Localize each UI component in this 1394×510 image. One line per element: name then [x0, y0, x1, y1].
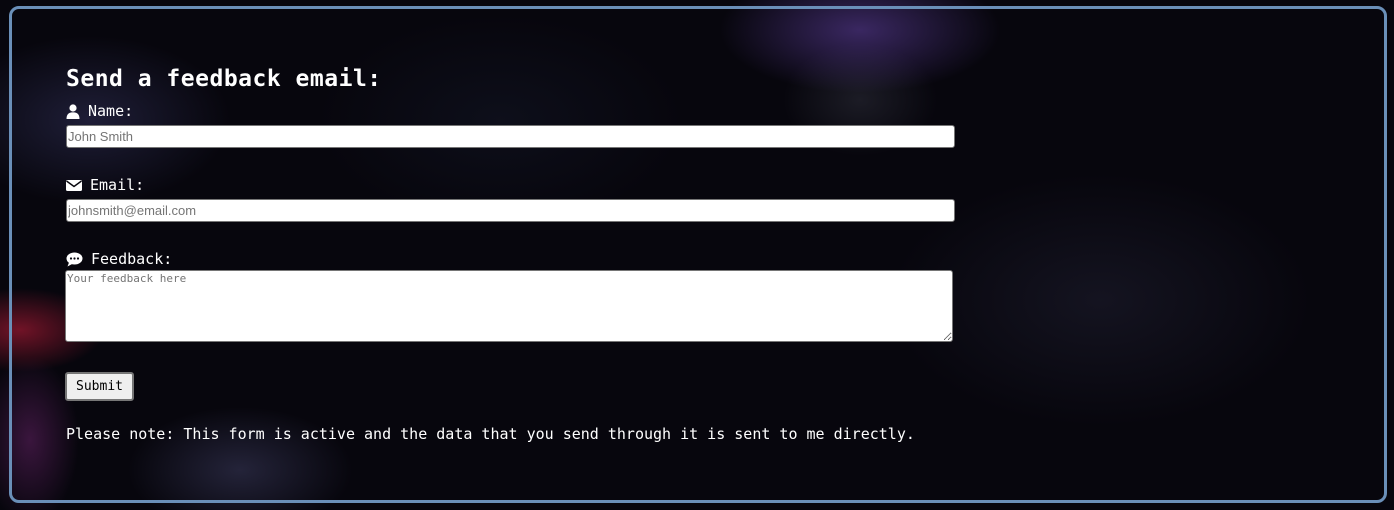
page-title: Send a feedback email: — [66, 66, 382, 92]
feedback-textarea[interactable] — [65, 270, 953, 342]
email-label: Email: — [66, 176, 144, 194]
submit-button[interactable]: Submit — [65, 372, 134, 401]
comment-icon — [66, 252, 83, 267]
name-label-text: Name: — [88, 102, 134, 120]
name-label: Name: — [66, 102, 133, 120]
user-icon — [66, 103, 80, 119]
email-label-text: Email: — [90, 176, 145, 194]
email-input[interactable] — [66, 199, 955, 222]
name-input[interactable] — [66, 125, 955, 148]
envelope-icon — [66, 179, 82, 192]
feedback-label: Feedback: — [66, 250, 172, 268]
form-note: Please note: This form is active and the… — [66, 425, 915, 443]
feedback-label-text: Feedback: — [91, 250, 173, 268]
